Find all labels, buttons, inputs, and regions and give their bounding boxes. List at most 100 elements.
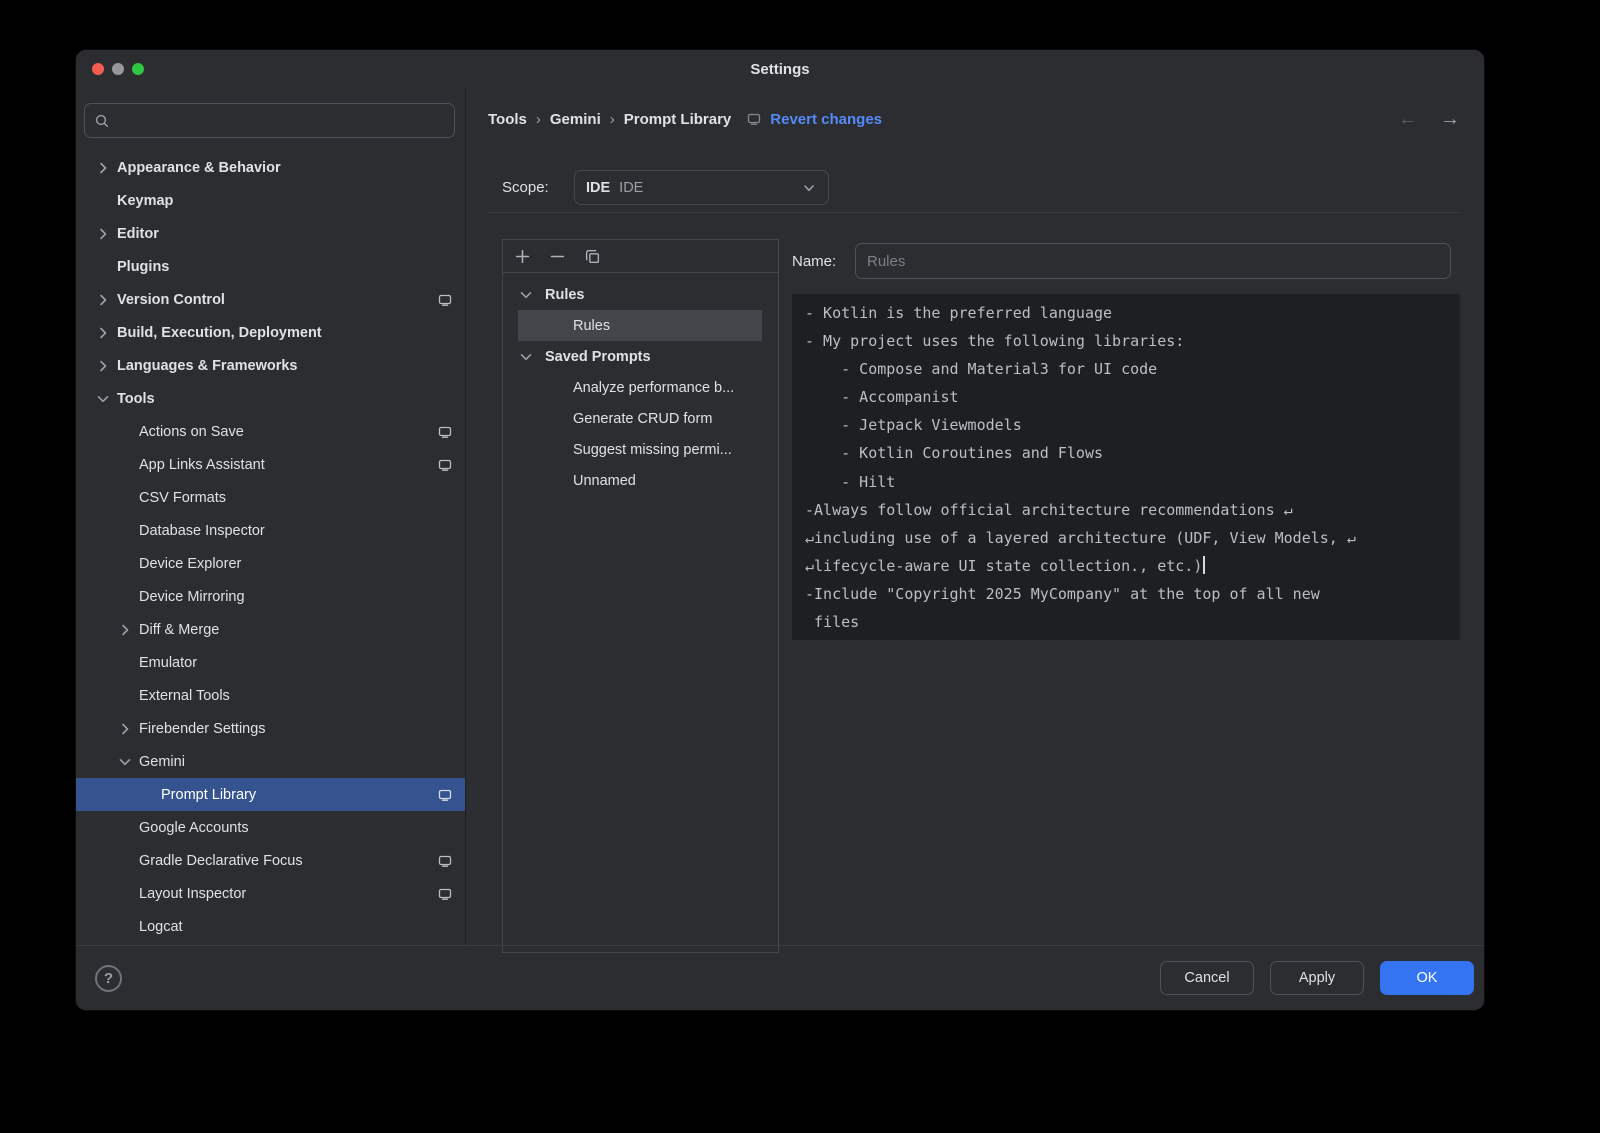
sidebar-item-logcat[interactable]: Logcat (76, 910, 465, 943)
chevron-down-icon[interactable] (114, 754, 136, 770)
sidebar-item-tools[interactable]: Tools (76, 382, 465, 415)
tree-item-generate-crud-form[interactable]: Generate CRUD form (518, 403, 762, 434)
apply-button[interactable]: Apply (1270, 961, 1364, 995)
sidebar-item-csv-formats[interactable]: CSV Formats (76, 481, 465, 514)
sidebar-item-gemini[interactable]: Gemini (76, 745, 465, 778)
sidebar-item-label: Layout Inspector (139, 886, 246, 902)
chevron-placeholder (114, 655, 136, 671)
chevron-right-icon[interactable] (92, 292, 114, 308)
tree-item-suggest-missing-permi[interactable]: Suggest missing permi... (518, 434, 762, 465)
chevron-down-icon[interactable] (92, 391, 114, 407)
chevron-right-icon[interactable] (92, 325, 114, 341)
sidebar-item-label: Logcat (139, 919, 183, 935)
chevron-down-icon[interactable] (515, 287, 537, 303)
tree-group-saved-prompts[interactable]: Saved Prompts (503, 341, 778, 372)
sidebar-item-label: App Links Assistant (139, 457, 265, 473)
scope-dropdown[interactable]: IDE IDE (574, 170, 829, 205)
zoom-button[interactable] (132, 63, 144, 75)
forward-arrow-icon[interactable]: → (1440, 109, 1460, 129)
chevron-placeholder (114, 853, 136, 869)
editor-line: ↵including use of a layered architecture… (805, 524, 1447, 552)
back-arrow-icon[interactable]: ← (1398, 109, 1418, 129)
tree-group-label: Rules (545, 287, 585, 303)
sidebar-item-label: Device Mirroring (139, 589, 245, 605)
sidebar-item-editor[interactable]: Editor (76, 217, 465, 250)
sidebar-item-keymap[interactable]: Keymap (76, 184, 465, 217)
ide-settings-icon (437, 457, 453, 473)
copy-icon[interactable] (584, 248, 601, 265)
ide-settings-icon (437, 424, 453, 440)
chevron-placeholder (114, 919, 136, 935)
breadcrumb-item-prompt-library[interactable]: Prompt Library (624, 111, 732, 128)
revert-changes-link[interactable]: Revert changes (770, 111, 882, 128)
sidebar-item-external-tools[interactable]: External Tools (76, 679, 465, 712)
breadcrumb-separator: › (536, 111, 541, 128)
breadcrumb-item-tools[interactable]: Tools (488, 111, 527, 128)
sidebar-item-plugins[interactable]: Plugins (76, 250, 465, 283)
editor-line: - Jetpack Viewmodels (805, 411, 1447, 439)
sidebar-item-languages-frameworks[interactable]: Languages & Frameworks (76, 349, 465, 382)
tree-item-analyze-performance-b[interactable]: Analyze performance b... (518, 372, 762, 403)
chevron-placeholder (136, 787, 158, 803)
sidebar-item-label: CSV Formats (139, 490, 226, 506)
remove-icon[interactable] (549, 248, 566, 265)
sidebar-item-google-accounts[interactable]: Google Accounts (76, 811, 465, 844)
sidebar-item-gradle-declarative-focus[interactable]: Gradle Declarative Focus (76, 844, 465, 877)
sidebar-item-version-control[interactable]: Version Control (76, 283, 465, 316)
sidebar-item-actions-on-save[interactable]: Actions on Save (76, 415, 465, 448)
chevron-right-icon[interactable] (92, 358, 114, 374)
sidebar-item-prompt-library[interactable]: Prompt Library (76, 778, 465, 811)
ide-settings-icon (437, 292, 453, 308)
sidebar-item-app-links-assistant[interactable]: App Links Assistant (76, 448, 465, 481)
settings-search[interactable] (84, 103, 455, 138)
sidebar-item-diff-merge[interactable]: Diff & Merge (76, 613, 465, 646)
sidebar-item-label: Gemini (139, 754, 185, 770)
tree-item-label: Analyze performance b... (573, 380, 734, 396)
ok-button[interactable]: OK (1380, 961, 1474, 995)
sidebar-item-label: Actions on Save (139, 424, 244, 440)
prompt-name-input[interactable] (855, 243, 1451, 279)
dialog-footer: ? Cancel Apply OK (76, 945, 1484, 1010)
add-icon[interactable] (514, 248, 531, 265)
editor-line: - Hilt (805, 468, 1447, 496)
close-button[interactable] (92, 63, 104, 75)
sidebar-item-appearance-behavior[interactable]: Appearance & Behavior (76, 151, 465, 184)
sidebar-item-emulator[interactable]: Emulator (76, 646, 465, 679)
sidebar-item-firebender-settings[interactable]: Firebender Settings (76, 712, 465, 745)
prompt-library-body: RulesRulesSaved PromptsAnalyze performan… (502, 239, 1460, 945)
chevron-down-icon[interactable] (515, 349, 537, 365)
traffic-lights (92, 63, 144, 75)
breadcrumb-item-gemini[interactable]: Gemini (550, 111, 601, 128)
editor-line: - Accompanist (805, 383, 1447, 411)
prompt-editor[interactable]: - Kotlin is the preferred language- My p… (792, 294, 1460, 640)
prompt-list-toolbar (503, 240, 778, 273)
help-button[interactable]: ? (95, 965, 122, 992)
title-bar: Settings (76, 50, 1484, 88)
tree-group-rules[interactable]: Rules (503, 279, 778, 310)
breadcrumb-separator: › (610, 111, 615, 128)
sidebar-item-device-mirroring[interactable]: Device Mirroring (76, 580, 465, 613)
chevron-placeholder (114, 688, 136, 704)
sidebar-item-build-execution-deployment[interactable]: Build, Execution, Deployment (76, 316, 465, 349)
tree-item-unnamed[interactable]: Unnamed (518, 465, 762, 496)
sidebar-item-label: Tools (117, 391, 155, 407)
sidebar-item-label: Languages & Frameworks (117, 358, 298, 374)
chevron-right-icon[interactable] (92, 226, 114, 242)
sidebar-item-label: Version Control (117, 292, 225, 308)
sidebar-item-database-inspector[interactable]: Database Inspector (76, 514, 465, 547)
cancel-button[interactable]: Cancel (1160, 961, 1254, 995)
search-input[interactable] (117, 113, 445, 129)
chevron-placeholder (114, 457, 136, 473)
chevron-right-icon[interactable] (114, 622, 136, 638)
chevron-right-icon[interactable] (92, 160, 114, 176)
prompt-tree: RulesRulesSaved PromptsAnalyze performan… (503, 273, 778, 496)
sidebar-item-layout-inspector[interactable]: Layout Inspector (76, 877, 465, 910)
chevron-right-icon[interactable] (114, 721, 136, 737)
editor-line: files (805, 608, 1447, 636)
tree-item-rules[interactable]: Rules (518, 310, 762, 341)
chevron-placeholder (114, 886, 136, 902)
sidebar-item-device-explorer[interactable]: Device Explorer (76, 547, 465, 580)
tree-item-label: Unnamed (573, 473, 636, 489)
editor-line: - Compose and Material3 for UI code (805, 355, 1447, 383)
chevron-placeholder (114, 424, 136, 440)
